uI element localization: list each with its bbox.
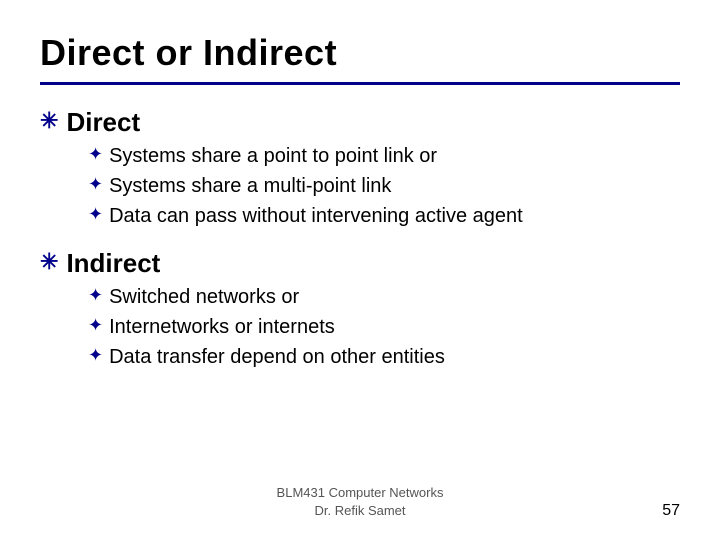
l1-bullet-indirect: ✳ Indirect — [40, 248, 680, 279]
l2-text-indirect-3: Data transfer depend on other entities — [109, 343, 445, 371]
section-direct: ✳ Direct ✦ Systems share a point to poin… — [40, 107, 680, 230]
list-item: ✦ Data transfer depend on other entities — [88, 343, 680, 371]
l2-icon-4: ✦ — [88, 283, 103, 308]
list-item: ✦ Systems share a multi-point link — [88, 172, 680, 200]
section-indirect: ✳ Indirect ✦ Switched networks or ✦ Inte… — [40, 248, 680, 371]
l2-icon-6: ✦ — [88, 343, 103, 368]
l2-icon-1: ✦ — [88, 142, 103, 167]
l2-text-direct-3: Data can pass without intervening active… — [109, 202, 523, 230]
l1-label-direct: Direct — [66, 107, 140, 138]
l2-icon-5: ✦ — [88, 313, 103, 338]
slide-content: ✳ Direct ✦ Systems share a point to poin… — [40, 107, 680, 474]
l1-label-indirect: Indirect — [66, 248, 160, 279]
l2-text-direct-1: Systems share a point to point link or — [109, 142, 437, 170]
title-underline — [40, 82, 680, 85]
footer-line2: Dr. Refik Samet — [314, 503, 405, 518]
slide-footer: BLM431 Computer Networks Dr. Refik Samet… — [40, 474, 680, 520]
footer-page-number: 57 — [662, 502, 680, 520]
l2-text-indirect-1: Switched networks or — [109, 283, 299, 311]
l2-text-direct-2: Systems share a multi-point link — [109, 172, 391, 200]
footer-line1: BLM431 Computer Networks — [277, 485, 444, 500]
list-item: ✦ Internetworks or internets — [88, 313, 680, 341]
l2-text-indirect-2: Internetworks or internets — [109, 313, 335, 341]
l2-icon-3: ✦ — [88, 202, 103, 227]
slide: Direct or Indirect ✳ Direct ✦ Systems sh… — [0, 0, 720, 540]
l1-bullet-direct: ✳ Direct — [40, 107, 680, 138]
list-item: ✦ Systems share a point to point link or — [88, 142, 680, 170]
slide-title: Direct or Indirect — [40, 32, 680, 74]
list-item: ✦ Data can pass without intervening acti… — [88, 202, 680, 230]
footer-info: BLM431 Computer Networks Dr. Refik Samet — [277, 484, 444, 520]
l2-icon-2: ✦ — [88, 172, 103, 197]
sub-bullets-indirect: ✦ Switched networks or ✦ Internetworks o… — [88, 283, 680, 371]
l1-icon-direct: ✳ — [40, 108, 58, 134]
sub-bullets-direct: ✦ Systems share a point to point link or… — [88, 142, 680, 230]
l1-icon-indirect: ✳ — [40, 249, 58, 275]
list-item: ✦ Switched networks or — [88, 283, 680, 311]
